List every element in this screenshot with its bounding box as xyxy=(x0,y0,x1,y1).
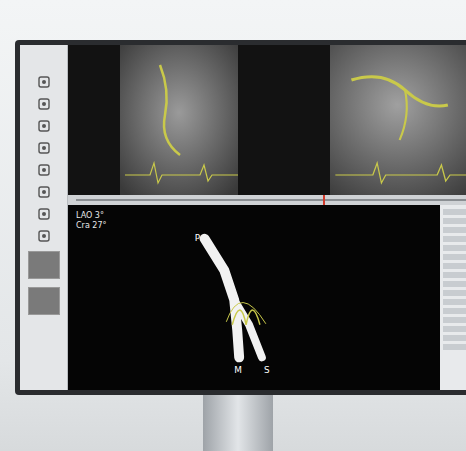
marker-label: S xyxy=(264,365,270,375)
measurement-row xyxy=(443,344,466,350)
measurement-row xyxy=(443,299,466,305)
vessel-model[interactable]: P M S xyxy=(76,230,432,380)
reconstruction-area: LAO 3°Cra 27° P M S xyxy=(68,205,466,390)
measurement-row xyxy=(443,218,466,224)
measurement-row xyxy=(443,227,466,233)
hand-icon[interactable] xyxy=(37,97,51,111)
measurement-row xyxy=(443,263,466,269)
angiogram-left[interactable] xyxy=(120,45,238,195)
measurement-row xyxy=(443,236,466,242)
measurement-row xyxy=(443,209,466,215)
angle-icon[interactable] xyxy=(37,163,51,177)
monitor-stand xyxy=(0,395,466,451)
angiogram-right[interactable] xyxy=(330,45,466,195)
measurement-row xyxy=(443,290,466,296)
toolbar xyxy=(20,45,68,390)
measurement-row xyxy=(443,317,466,323)
measurement-row xyxy=(443,254,466,260)
measurement-row xyxy=(443,281,466,287)
measurement-row xyxy=(443,335,466,341)
measurement-row xyxy=(443,272,466,278)
workspace: LAO 3°Cra 27° P M S xyxy=(68,45,466,390)
projection-label: Cra 27° xyxy=(76,221,432,231)
measurements-panel xyxy=(440,205,466,390)
thumbnail[interactable] xyxy=(28,287,60,315)
cursor-icon[interactable] xyxy=(37,75,51,89)
stand-neck xyxy=(203,395,273,451)
zoom-icon[interactable] xyxy=(37,119,51,133)
angiogram-views xyxy=(68,45,466,195)
timeline[interactable] xyxy=(68,195,466,205)
monitor: LAO 3°Cra 27° P M S xyxy=(15,40,466,395)
timeline-track xyxy=(76,199,466,201)
thumbnail[interactable] xyxy=(28,251,60,279)
marker-label: M xyxy=(234,365,242,375)
screen: LAO 3°Cra 27° P M S xyxy=(20,45,466,390)
page: LAO 3°Cra 27° P M S xyxy=(0,0,466,451)
measurement-row xyxy=(443,326,466,332)
contrast-icon[interactable] xyxy=(37,185,51,199)
reconstruction-view[interactable]: LAO 3°Cra 27° P M S xyxy=(68,205,440,390)
projection-labels: LAO 3°Cra 27° xyxy=(76,211,432,230)
view-divider xyxy=(238,45,330,195)
layers-icon[interactable] xyxy=(37,229,51,243)
marker-label: P xyxy=(195,233,201,243)
measurement-row xyxy=(443,308,466,314)
projection-label: LAO 3° xyxy=(76,211,432,221)
measurement-row xyxy=(443,245,466,251)
vessel-icon[interactable] xyxy=(37,207,51,221)
playhead[interactable] xyxy=(323,195,325,205)
view-info xyxy=(68,45,120,195)
ruler-icon[interactable] xyxy=(37,141,51,155)
